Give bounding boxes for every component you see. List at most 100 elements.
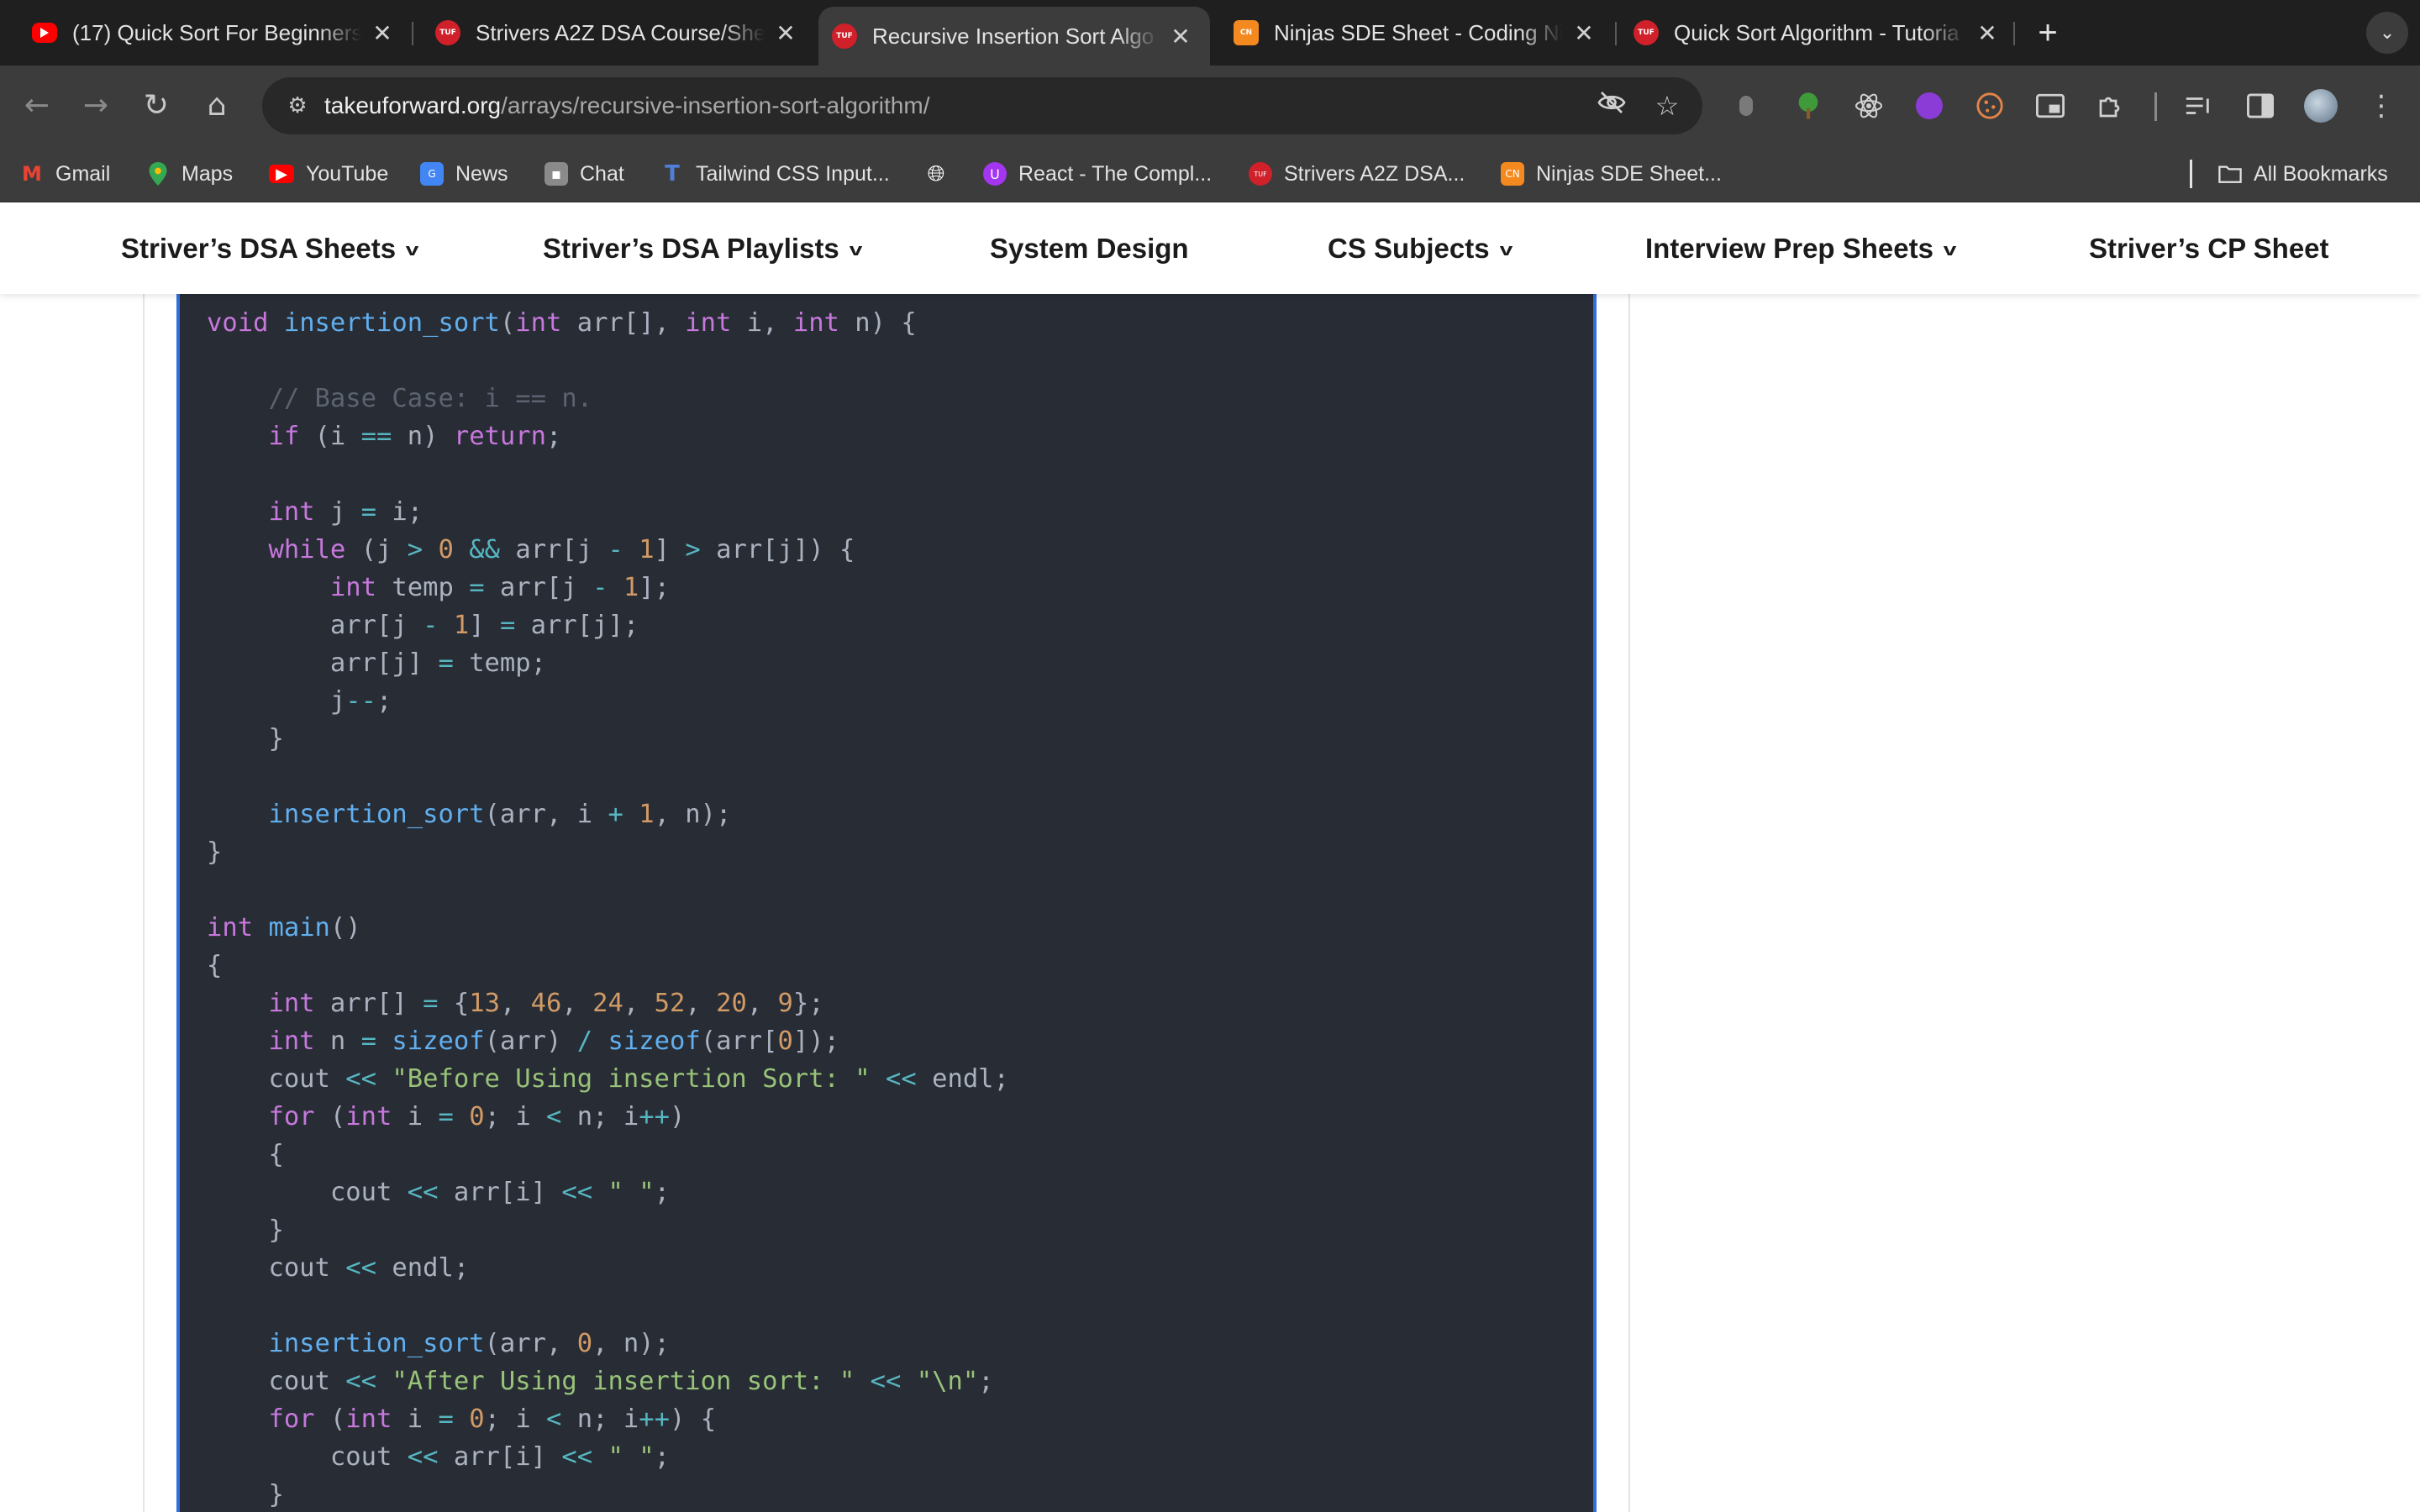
chat-icon: ▪ xyxy=(544,162,568,186)
code-line: if (i == n) return; xyxy=(268,422,562,451)
code-line: insertion_sort(arr, 0, n); xyxy=(268,1329,670,1358)
code-content[interactable]: void insertion_sort(int arr[], int i, in… xyxy=(207,304,1009,1512)
code-line: int temp = arr[j - 1]; xyxy=(329,573,670,602)
side-panel-icon[interactable] xyxy=(2238,84,2282,128)
extension-icon[interactable] xyxy=(1724,84,1768,128)
bookmark-star-icon[interactable]: ☆ xyxy=(1649,87,1686,124)
code-line: arr[j - 1] = arr[j]; xyxy=(207,611,639,640)
nav-dsa-playlists[interactable]: Striver’s DSA Playlists v xyxy=(543,202,863,294)
more-menu-icon[interactable]: ⋮ xyxy=(2360,84,2403,128)
bookmarks-divider xyxy=(2190,160,2192,188)
bookmark-label: Maps xyxy=(182,161,234,186)
all-bookmarks-label: All Bookmarks xyxy=(2254,161,2388,186)
nav-interview-prep[interactable]: Interview Prep Sheets v xyxy=(1645,202,1956,294)
forward-arrow-icon[interactable]: → xyxy=(74,84,118,128)
bookmark-react-course[interactable]: U React - The Compl... xyxy=(983,146,1212,202)
bookmark-globe[interactable]: 🌐︎ xyxy=(924,146,960,202)
bookmark-news[interactable]: G News xyxy=(420,146,508,202)
tab-4[interactable]: TUF Quick Sort Algorithm - Tutoria ✕ xyxy=(1618,0,2017,66)
nav-cp-sheet[interactable]: Striver’s CP Sheet xyxy=(2089,202,2329,294)
nav-dsa-sheets[interactable]: Striver’s DSA Sheets v xyxy=(121,202,419,294)
tree-extension-icon[interactable] xyxy=(1786,84,1830,128)
bookmark-label: React - The Compl... xyxy=(1018,161,1213,186)
globe-icon: 🌐︎ xyxy=(927,160,945,186)
url-text[interactable]: takeuforward.org/arrays/recursive-insert… xyxy=(324,77,929,134)
tab-3[interactable]: CN Ninjas SDE Sheet - Coding Ni ✕ xyxy=(1215,0,1613,66)
codingninjas-icon: CN xyxy=(1501,162,1524,186)
address-bar[interactable]: ⚙ takeuforward.org/arrays/recursive-inse… xyxy=(262,77,1702,134)
tab-title: Ninjas SDE Sheet - Coding Ni xyxy=(1274,19,1563,45)
bookmark-tailwind[interactable]: T Tailwind CSS Input... xyxy=(660,146,890,202)
back-arrow-icon[interactable]: ← xyxy=(15,84,59,128)
tab-divider xyxy=(1615,22,1617,45)
gmail-icon: M xyxy=(22,162,42,186)
media-queue-icon[interactable] xyxy=(2176,84,2220,128)
nav-label: System Design xyxy=(990,233,1189,264)
site-info-icon[interactable]: ⚙ xyxy=(279,87,316,124)
close-icon[interactable]: ✕ xyxy=(773,19,798,47)
chevron-down-icon: v xyxy=(1499,241,1512,260)
tailwind-icon: T xyxy=(665,161,680,186)
close-icon[interactable]: ✕ xyxy=(370,19,395,47)
picture-in-picture-icon[interactable] xyxy=(2028,84,2072,128)
nav-cs-subjects[interactable]: CS Subjects v xyxy=(1328,202,1512,294)
bookmark-strivers[interactable]: TUF Strivers A2Z DSA... xyxy=(1249,146,1465,202)
code-line: cout << arr[i] << " "; xyxy=(207,1442,670,1472)
eye-off-icon[interactable] xyxy=(1593,87,1630,124)
code-line: for (int i = 0; i < n; i++) xyxy=(268,1102,686,1131)
tab-2[interactable]: TUF Recursive Insertion Sort Algo ✕ xyxy=(818,7,1210,66)
tab-1[interactable]: TUF Strivers A2Z DSA Course/She ✕ xyxy=(415,0,815,66)
code-line: while (j > 0 && arr[j - 1] > arr[j]) { xyxy=(268,535,855,564)
news-icon: G xyxy=(420,162,444,186)
nav-system-design[interactable]: System Design xyxy=(990,202,1189,294)
bookmark-gmail[interactable]: M Gmail xyxy=(20,146,110,202)
chevron-down-icon: v xyxy=(849,241,863,260)
code-line: { xyxy=(207,951,223,980)
bookmark-chat[interactable]: ▪ Chat xyxy=(544,146,624,202)
bookmark-label: Gmail xyxy=(55,161,111,186)
tab-divider xyxy=(412,22,413,45)
code-line: cout << arr[i] << " "; xyxy=(207,1178,670,1207)
chevron-down-icon: v xyxy=(405,241,419,260)
code-line: // Base Case: i == n. xyxy=(268,384,593,413)
code-line: int main() xyxy=(207,913,361,942)
all-bookmarks-button[interactable]: All Bookmarks xyxy=(2218,146,2388,202)
extensions-puzzle-icon[interactable] xyxy=(2089,84,2133,128)
tuf-icon: TUF xyxy=(435,20,460,45)
code-block[interactable]: void insertion_sort(int arr[], int i, in… xyxy=(176,294,1597,1512)
code-line: cout << "Before Using insertion Sort: " … xyxy=(207,1064,1009,1094)
code-line: cout << "After Using insertion sort: " <… xyxy=(207,1367,994,1396)
tab-search-chevron-icon[interactable]: ⌄ xyxy=(2366,12,2408,54)
bookmark-youtube[interactable]: ▶ YouTube xyxy=(269,146,388,202)
reload-icon[interactable]: ↻ xyxy=(134,84,178,128)
new-tab-icon[interactable]: + xyxy=(2027,12,2069,54)
cookie-icon[interactable] xyxy=(1968,84,2012,128)
code-line: for (int i = 0; i < n; i++) { xyxy=(268,1404,717,1434)
bookmark-label: Ninjas SDE Sheet... xyxy=(1536,161,1722,186)
bookmark-label: Strivers A2Z DSA... xyxy=(1284,161,1465,186)
bookmark-maps[interactable]: Maps xyxy=(146,146,233,202)
codingninjas-icon: CN xyxy=(1234,20,1259,45)
code-line: int n = sizeof(arr) / sizeof(arr[0]); xyxy=(268,1026,839,1056)
code-line: { xyxy=(207,1140,284,1169)
tab-title: Strivers A2Z DSA Course/She xyxy=(476,19,765,45)
udemy-icon: U xyxy=(983,162,1007,186)
nav-label: Striver’s DSA Sheets xyxy=(121,233,397,264)
bookmark-ninjas[interactable]: CN Ninjas SDE Sheet... xyxy=(1501,146,1722,202)
purple-extension-icon[interactable] xyxy=(1907,84,1951,128)
close-icon[interactable]: ✕ xyxy=(1168,23,1193,50)
code-line: } xyxy=(207,1215,284,1245)
tab-0[interactable]: (17) Quick Sort For Beginners ✕ xyxy=(0,0,412,66)
tab-strip: (17) Quick Sort For Beginners ✕ TUF Stri… xyxy=(0,0,2420,66)
profile-avatar[interactable] xyxy=(2299,84,2343,128)
react-devtools-icon[interactable] xyxy=(1847,84,1891,128)
close-icon[interactable]: ✕ xyxy=(1571,19,1597,47)
close-icon[interactable]: ✕ xyxy=(1975,19,2000,47)
home-icon[interactable]: ⌂ xyxy=(195,84,239,128)
tuf-icon: TUF xyxy=(1634,20,1659,45)
bookmark-label: News xyxy=(455,161,508,186)
